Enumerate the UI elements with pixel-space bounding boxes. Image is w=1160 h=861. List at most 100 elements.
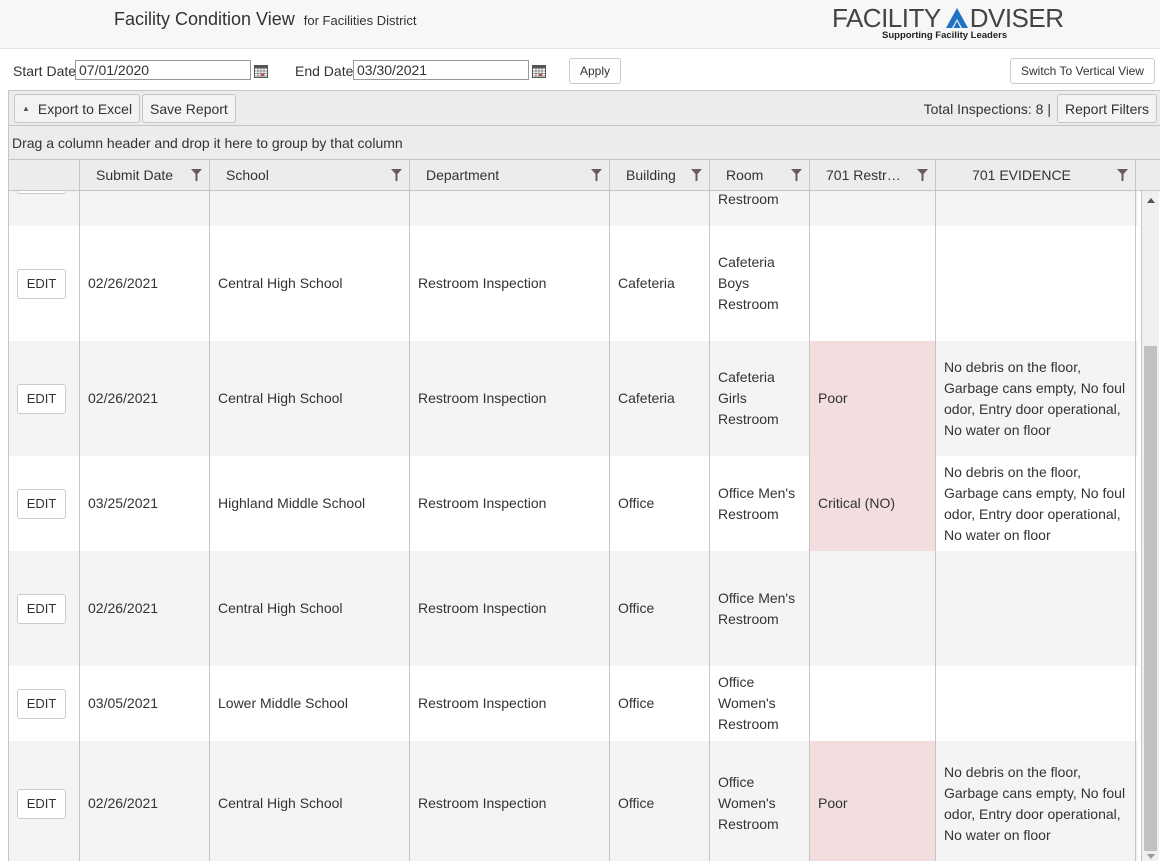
logo-word-dviser: DVISER — [969, 3, 1064, 33]
edit-cell: EDIT — [9, 456, 80, 551]
column-header-701-restroom[interactable]: 701 Restroom — [810, 160, 936, 190]
grid-header-row: Submit Date School Department Building Room 7… — [9, 160, 1160, 191]
grid-toolbar: ▲ Export to Excel Save Report Total Insp… — [9, 91, 1160, 126]
column-header-label: School — [226, 167, 269, 183]
start-date-input[interactable] — [75, 60, 251, 80]
grid-body[interactable]: EDIT03/05/2021Lower Middle SchoolRestroo… — [9, 191, 1138, 861]
701-evidence-value: No debris on the floor, Garbage cans emp… — [944, 763, 1126, 843]
calendar-icon[interactable] — [532, 65, 546, 78]
edit-cell: EDIT — [9, 666, 80, 741]
edit-button[interactable]: EDIT — [17, 688, 66, 719]
total-inspections: Total Inspections: 8 | — [923, 101, 1051, 117]
table-row: EDIT 02/26/2021 Central High School Restroo… — [9, 341, 1138, 456]
table-row: EDIT 02/26/2021 Central High School Restroo… — [9, 741, 1138, 861]
column-header-701-evidence[interactable]: 701 EVIDENCE — [936, 160, 1136, 190]
school-value: Central High School — [218, 795, 343, 811]
column-header-label: Department — [426, 167, 500, 183]
facility-adviser-logo: FACILITY DVISER Supporting Facility Lead… — [832, 3, 1072, 42]
filter-icon[interactable] — [1117, 169, 1128, 181]
page-title: Facility Condition View for Facilities D… — [114, 9, 416, 30]
filter-icon[interactable] — [591, 169, 602, 181]
edit-cell: EDIT — [9, 191, 80, 226]
scrollbar-thumb[interactable] — [1144, 346, 1157, 851]
column-header-submit-date[interactable]: Submit Date — [80, 160, 210, 190]
end-date-label: End Date: — [295, 63, 358, 79]
switch-to-vertical-view-button[interactable]: Switch To Vertical View — [1010, 58, 1155, 84]
701-evidence-cell: No debris on the floor, Garbage cans emp… — [936, 456, 1136, 551]
edit-button[interactable]: EDIT — [17, 268, 66, 299]
701-evidence-cell — [936, 551, 1136, 666]
end-date-input[interactable] — [353, 60, 529, 80]
department-value: Restroom Inspection — [418, 495, 547, 511]
room-cell: Cafeteria Girls Restroom — [710, 341, 810, 456]
building-cell: Office — [610, 456, 710, 551]
scroll-up-arrow-icon[interactable] — [1147, 198, 1155, 203]
edit-button[interactable]: EDIT — [17, 593, 66, 624]
room-cell: Office Women's Restroom — [710, 666, 810, 741]
department-cell: Restroom Inspection — [410, 191, 610, 226]
building-cell: Office — [610, 551, 710, 666]
701-evidence-cell: No debris on the floor, Garbage cans emp… — [936, 741, 1136, 861]
filter-icon[interactable] — [791, 169, 802, 181]
edit-button[interactable]: EDIT — [17, 488, 66, 519]
a-triangle-logo-icon — [945, 8, 968, 28]
department-value: Restroom Inspection — [418, 695, 547, 711]
edit-button[interactable]: EDIT — [17, 191, 66, 194]
701-restroom-cell: Poor — [810, 341, 936, 456]
school-value: Lower Middle School — [218, 695, 348, 711]
column-header-room[interactable]: Room — [710, 160, 810, 190]
edit-button[interactable]: EDIT — [17, 383, 66, 414]
building-value: Cafeteria — [618, 275, 675, 291]
vertical-scrollbar[interactable] — [1141, 191, 1159, 861]
701-restroom-cell — [810, 551, 936, 666]
report-filters-button[interactable]: Report Filters — [1057, 94, 1158, 123]
scroll-down-arrow-icon[interactable] — [1147, 854, 1155, 859]
school-cell: Central High School — [210, 226, 410, 341]
column-header-building[interactable]: Building — [610, 160, 710, 190]
building-value: Cafeteria — [618, 390, 675, 406]
701-evidence-value: No debris on the floor, Garbage cans emp… — [944, 358, 1126, 438]
school-cell: Lower Middle School — [210, 666, 410, 741]
edit-cell: EDIT — [9, 551, 80, 666]
building-cell: Cafeteria — [610, 226, 710, 341]
filter-icon[interactable] — [917, 169, 928, 181]
export-label: Export to Excel — [37, 100, 133, 117]
table-row: EDIT03/05/2021Lower Middle SchoolRestroo… — [9, 666, 1138, 741]
column-header-label: 701 Restroom — [826, 167, 905, 183]
school-cell: Central High School — [210, 741, 410, 861]
department-value: Restroom Inspection — [418, 600, 547, 616]
department-cell: Restroom Inspection — [410, 341, 610, 456]
701-restroom-value: Poor — [818, 795, 848, 811]
apply-button[interactable]: Apply — [569, 58, 621, 84]
submit-date-value: 02/26/2021 — [88, 390, 159, 406]
column-header-school[interactable]: School — [210, 160, 410, 190]
701-restroom-cell: Poor — [810, 741, 936, 861]
export-to-excel-button[interactable]: ▲ Export to Excel — [14, 94, 141, 123]
edit-cell: EDIT — [9, 741, 80, 861]
building-value: Office — [618, 695, 655, 711]
submit-date-value: 02/26/2021 — [88, 275, 159, 291]
submit-date-cell: 02/26/2021 — [80, 341, 210, 456]
department-value: Restroom Inspection — [418, 795, 547, 811]
school-cell: Central High School — [210, 551, 410, 666]
701-restroom-cell — [810, 666, 936, 741]
column-header-edit[interactable] — [9, 160, 80, 190]
logo-tagline: Supporting Facility Leaders — [882, 30, 1008, 41]
701-evidence-cell — [936, 226, 1136, 341]
submit-date-cell: 03/25/2021 — [80, 456, 210, 551]
filter-icon[interactable] — [391, 169, 402, 181]
column-header-department[interactable]: Department — [410, 160, 610, 190]
column-header-spacer — [1136, 160, 1160, 190]
group-drop-area[interactable]: Drag a column header and drop it here to… — [9, 126, 1160, 160]
school-value: Central High School — [218, 275, 343, 291]
edit-button[interactable]: EDIT — [17, 788, 66, 819]
calendar-icon[interactable] — [254, 65, 268, 78]
building-cell: Office — [610, 666, 710, 741]
filter-icon[interactable] — [691, 169, 702, 181]
filter-icon[interactable] — [191, 169, 202, 181]
save-report-button[interactable]: Save Report — [142, 94, 236, 123]
table-row: EDIT03/05/2021Lower Middle SchoolRestroo… — [9, 191, 1138, 226]
school-cell: Central High School — [210, 341, 410, 456]
school-cell: Highland Middle School — [210, 456, 410, 551]
page-subtitle: for Facilities District — [303, 13, 417, 28]
